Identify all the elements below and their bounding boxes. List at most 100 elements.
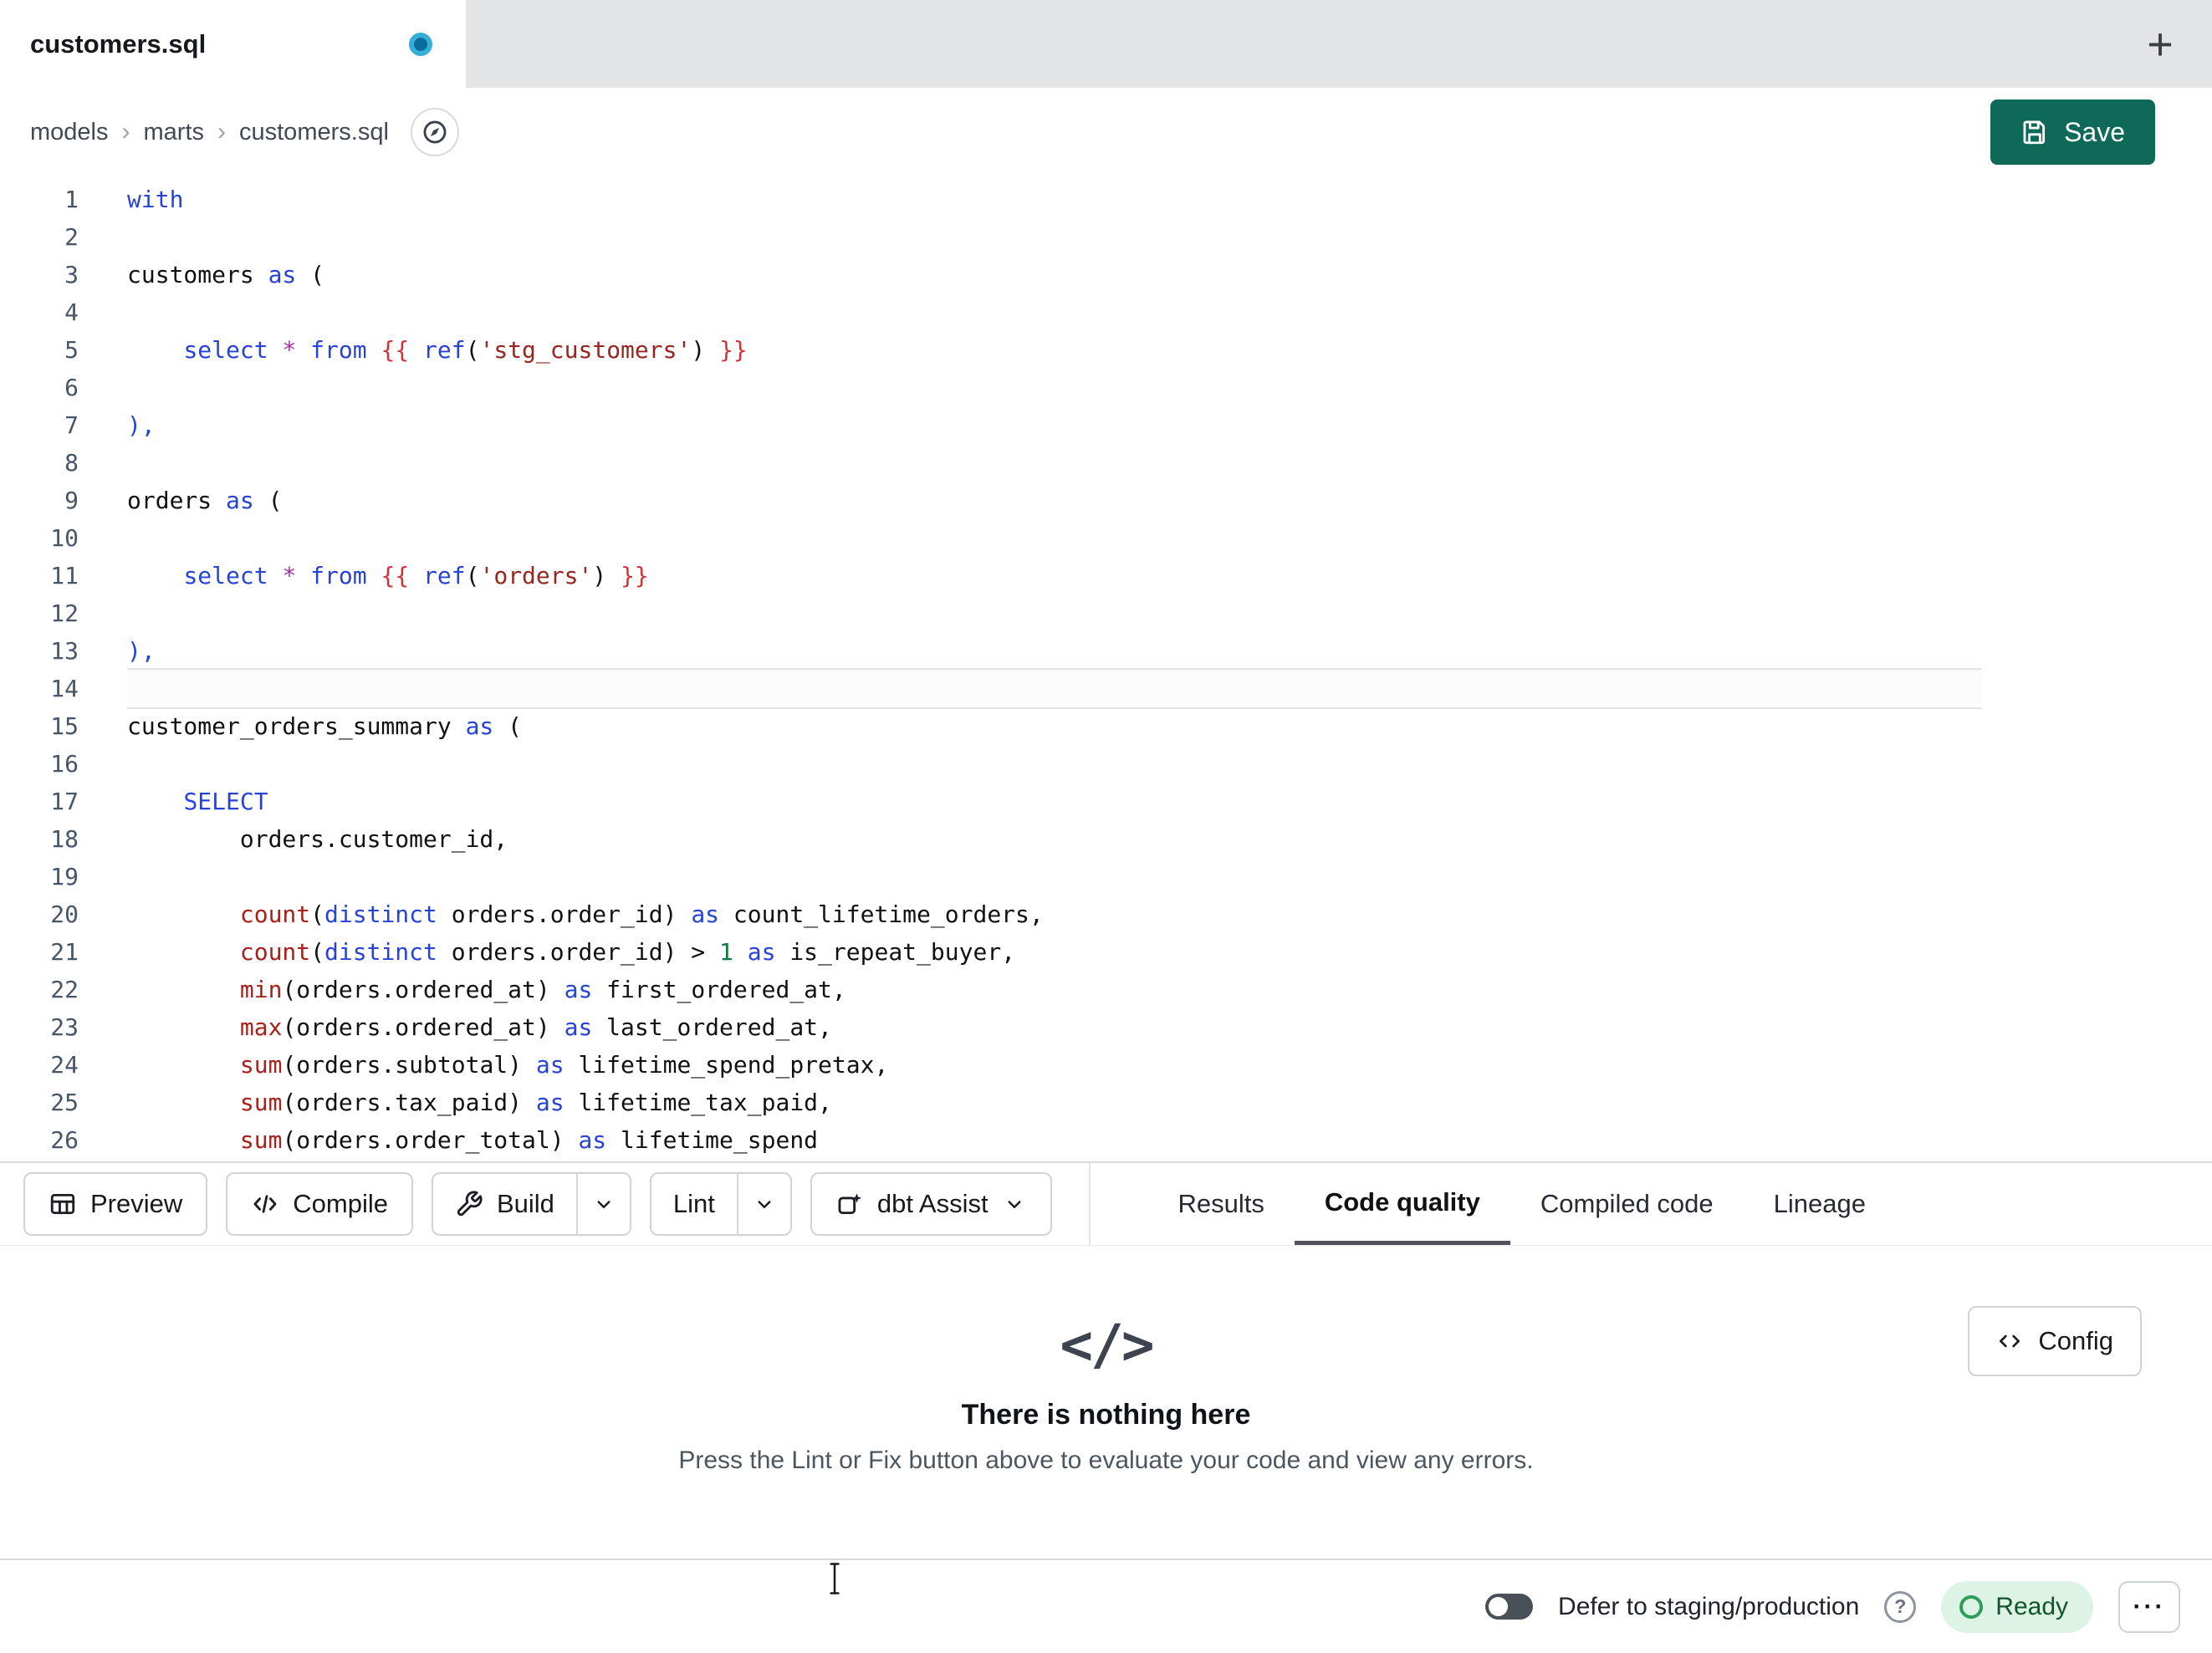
- build-split-button: Build: [431, 1172, 631, 1236]
- tab-code-quality-label: Code quality: [1324, 1186, 1480, 1217]
- code-line[interactable]: [127, 293, 2212, 331]
- line-number: 2: [64, 223, 79, 251]
- dbt-assist-button[interactable]: dbt Assist: [810, 1172, 1052, 1236]
- breadcrumb-item: models: [30, 118, 109, 145]
- save-button[interactable]: Save: [1990, 99, 2155, 165]
- defer-toggle[interactable]: [1485, 1594, 1534, 1620]
- line-number: 25: [50, 1089, 79, 1116]
- minimap[interactable]: [1985, 186, 2112, 365]
- code-line[interactable]: [127, 858, 2212, 895]
- tab-lineage[interactable]: Lineage: [1744, 1163, 1896, 1245]
- lint-button-label: Lint: [672, 1189, 715, 1218]
- code-line[interactable]: with: [127, 181, 2212, 218]
- empty-state-subtitle: Press the Lint or Fix button above to ev…: [678, 1446, 1534, 1474]
- breadcrumb-separator: ›: [217, 118, 226, 145]
- line-number: 4: [64, 298, 79, 326]
- status-bar: Defer to staging/production ? Ready ···: [0, 1559, 2212, 1653]
- code-line[interactable]: sum(orders.subtotal) as lifetime_spend_p…: [127, 1046, 2212, 1084]
- code-line[interactable]: select * from {{ ref('stg_customers') }}: [127, 331, 2212, 369]
- line-number: 9: [64, 487, 79, 514]
- code-line[interactable]: min(orders.ordered_at) as first_ordered_…: [127, 971, 2212, 1008]
- chevron-down-icon: [597, 1201, 610, 1208]
- compile-button-label: Compile: [293, 1189, 388, 1218]
- lint-dropdown-button[interactable]: [736, 1174, 790, 1234]
- breadcrumb-item: customers.sql: [239, 118, 389, 145]
- code-line[interactable]: customers as (: [127, 256, 2212, 293]
- code-icon: [253, 1195, 277, 1213]
- code-line[interactable]: max(orders.ordered_at) as last_ordered_a…: [127, 1008, 2212, 1046]
- lint-button[interactable]: Lint: [651, 1174, 737, 1234]
- code-line[interactable]: orders as (: [127, 482, 2212, 519]
- table-icon: [50, 1193, 75, 1215]
- tab-title: customers.sql: [30, 28, 207, 59]
- code-line[interactable]: select * from {{ ref('orders') }}: [127, 557, 2212, 594]
- config-button[interactable]: Config: [1968, 1306, 2142, 1376]
- build-button[interactable]: Build: [433, 1174, 576, 1234]
- line-number: 13: [50, 637, 79, 665]
- canvas-compass-button[interactable]: [410, 108, 459, 156]
- results-tab-bar: Results Code quality Compiled code Linea…: [1109, 1163, 2189, 1245]
- code-line[interactable]: [127, 218, 2212, 256]
- compile-button[interactable]: Compile: [226, 1172, 413, 1236]
- line-number: 21: [50, 938, 79, 966]
- code-line[interactable]: ),: [127, 406, 2212, 444]
- code-line[interactable]: customer_orders_summary as (: [127, 707, 2212, 745]
- status-ready-badge[interactable]: Ready: [1941, 1580, 2093, 1633]
- breadcrumb: models › marts › customers.sql: [30, 118, 389, 146]
- ready-label: Ready: [1995, 1592, 2068, 1620]
- code-line[interactable]: [127, 369, 2212, 406]
- ready-ring-icon: [1959, 1594, 1984, 1619]
- editor-tab-bar: customers.sql +: [0, 0, 2212, 88]
- tab-results[interactable]: Results: [1147, 1163, 1294, 1245]
- tab-results-label: Results: [1178, 1189, 1264, 1218]
- line-number: 14: [50, 675, 79, 702]
- unsaved-changes-dot-icon: [409, 32, 432, 56]
- code-slash-icon: </>: [1060, 1313, 1154, 1377]
- breadcrumb-item: marts: [143, 118, 205, 145]
- line-number: 5: [64, 336, 79, 364]
- more-options-button[interactable]: ···: [2118, 1580, 2180, 1633]
- dbt-ide-window: customers.sql + models › marts › customers.s…: [0, 0, 2212, 1653]
- toolbar-panel-divider: [1089, 1163, 1091, 1245]
- tab-customers-sql[interactable]: customers.sql: [0, 0, 466, 88]
- chevron-down-icon: [758, 1201, 771, 1208]
- code-line[interactable]: [127, 594, 2212, 632]
- line-number: 10: [50, 524, 79, 552]
- line-number: 23: [50, 1013, 79, 1041]
- code-line[interactable]: count(distinct orders.order_id) > 1 as i…: [127, 933, 2212, 971]
- code-lines[interactable]: with customers as ( select * from {{ ref(…: [79, 176, 2212, 1161]
- code-line[interactable]: sum(orders.tax_paid) as lifetime_tax_pai…: [127, 1084, 2212, 1121]
- code-line[interactable]: ),: [127, 632, 2212, 670]
- tab-compiled-code-label: Compiled code: [1540, 1189, 1714, 1218]
- line-number: 24: [50, 1051, 79, 1079]
- breadcrumb-separator: ›: [121, 118, 130, 145]
- empty-state-title: There is nothing here: [961, 1399, 1251, 1431]
- new-tab-button[interactable]: +: [2130, 14, 2190, 74]
- build-dropdown-button[interactable]: [575, 1174, 630, 1234]
- code-line[interactable]: count(distinct orders.order_id) as count…: [127, 895, 2212, 933]
- chevron-down-icon: [1008, 1201, 1021, 1208]
- code-line[interactable]: [127, 519, 2212, 557]
- tab-lineage-label: Lineage: [1773, 1189, 1866, 1218]
- line-number: 6: [64, 374, 79, 401]
- code-editor[interactable]: 1 2 3 4 5 6 7 8 9 10 11 12 13 14 15 16 17 18 19 20 21 22 23 24 2…: [0, 176, 2212, 1161]
- code-line[interactable]: [127, 670, 1982, 707]
- code-line[interactable]: SELECT: [127, 783, 2212, 820]
- code-line[interactable]: [127, 745, 2212, 783]
- tab-code-quality[interactable]: Code quality: [1294, 1163, 1510, 1245]
- code-line[interactable]: [127, 444, 2212, 482]
- line-number: 18: [50, 825, 79, 853]
- line-number: 15: [50, 712, 79, 740]
- preview-button[interactable]: Preview: [23, 1172, 208, 1236]
- line-number: 16: [50, 750, 79, 778]
- config-button-label: Config: [2038, 1326, 2113, 1355]
- line-number: 12: [50, 599, 79, 627]
- help-icon[interactable]: ?: [1884, 1590, 1917, 1623]
- toggle-knob: [1489, 1597, 1509, 1616]
- assist-sparkle-icon: [838, 1193, 862, 1215]
- tab-compiled-code[interactable]: Compiled code: [1510, 1163, 1744, 1245]
- save-icon: [2023, 120, 2046, 145]
- code-line[interactable]: sum(orders.order_total) as lifetime_spen…: [127, 1121, 2212, 1159]
- code-line[interactable]: orders.customer_id,: [127, 820, 2212, 858]
- empty-state: </> There is nothing here Press the Lint…: [0, 1246, 2212, 1475]
